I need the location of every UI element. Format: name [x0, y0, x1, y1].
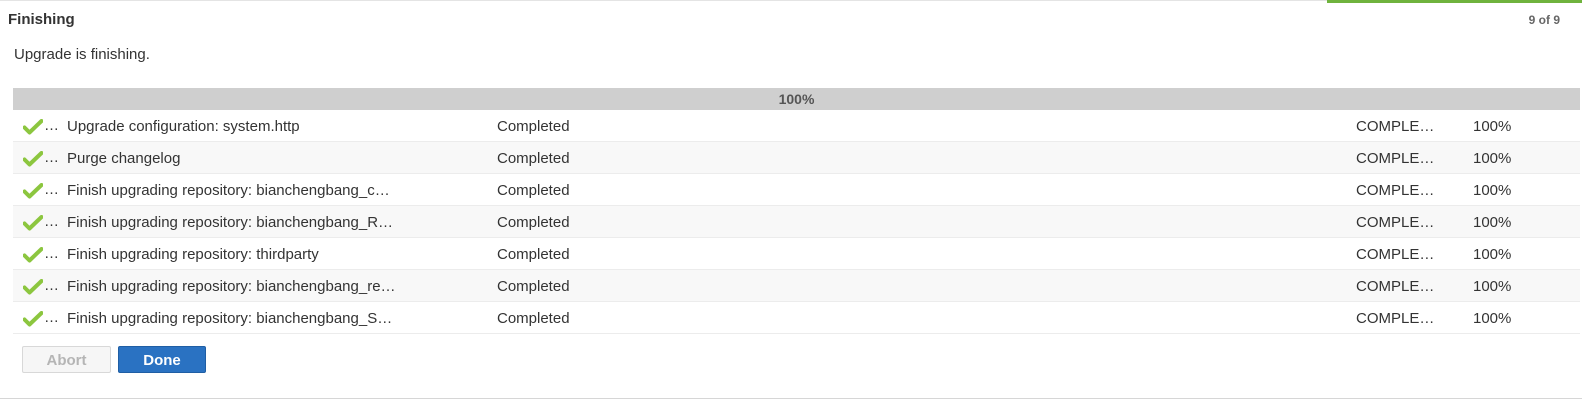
icon-ellipsis: …	[44, 277, 59, 294]
checkmark-icon	[23, 247, 43, 263]
task-status-icon-cell: …	[23, 110, 63, 142]
icon-ellipsis: …	[44, 245, 59, 262]
checkmark-icon	[23, 151, 43, 167]
task-status-icon-cell: …	[23, 206, 63, 238]
checkmark-icon	[23, 183, 43, 199]
icon-ellipsis: …	[44, 117, 59, 134]
task-list: … Upgrade configuration: system.http Compl…	[13, 110, 1580, 334]
task-row[interactable]: … Finish upgrading repository: bianchengb…	[13, 270, 1580, 302]
task-status: Completed	[497, 246, 570, 263]
task-status: Completed	[497, 310, 570, 327]
overall-progress-bar: 100%	[13, 88, 1580, 110]
checkmark-icon	[23, 215, 43, 231]
task-status: Completed	[497, 118, 570, 135]
task-row[interactable]: … Finish upgrading repository: bianchengb…	[13, 206, 1580, 238]
task-name: Upgrade configuration: system.http	[67, 118, 300, 135]
checkmark-icon	[23, 311, 43, 327]
step-counter: 9 of 9	[1528, 13, 1560, 27]
page-title: Finishing	[8, 11, 75, 28]
icon-ellipsis: …	[44, 149, 59, 166]
task-state: COMPLE…	[1356, 182, 1435, 199]
task-status: Completed	[497, 182, 570, 199]
task-status-icon-cell: …	[23, 270, 63, 302]
task-name: Finish upgrading repository: thirdparty	[67, 246, 319, 263]
task-percent: 100%	[1473, 246, 1512, 263]
task-row[interactable]: … Finish upgrading repository: bianchengb…	[13, 302, 1580, 334]
status-message: Upgrade is finishing.	[14, 46, 150, 63]
task-row[interactable]: … Finish upgrading repository: thirdparty…	[13, 238, 1580, 270]
icon-ellipsis: …	[44, 213, 59, 230]
task-state: COMPLE…	[1356, 278, 1435, 295]
task-state: COMPLE…	[1356, 118, 1435, 135]
task-percent: 100%	[1473, 214, 1512, 231]
task-state: COMPLE…	[1356, 150, 1435, 167]
task-status: Completed	[497, 278, 570, 295]
task-state: COMPLE…	[1356, 246, 1435, 263]
icon-ellipsis: …	[44, 181, 59, 198]
icon-ellipsis: …	[44, 309, 59, 326]
task-row[interactable]: … Upgrade configuration: system.http Compl…	[13, 110, 1580, 142]
task-status: Completed	[497, 214, 570, 231]
task-status-icon-cell: …	[23, 142, 63, 174]
task-name: Purge changelog	[67, 150, 181, 167]
progress-label: 100%	[778, 91, 815, 107]
task-row[interactable]: … Finish upgrading repository: bianchengb…	[13, 174, 1580, 206]
task-percent: 100%	[1473, 310, 1512, 327]
task-status-icon-cell: …	[23, 238, 63, 270]
checkmark-icon	[23, 279, 43, 295]
abort-button[interactable]: Abort	[22, 346, 111, 373]
task-percent: 100%	[1473, 118, 1512, 135]
bottom-divider	[0, 398, 1582, 399]
done-button[interactable]: Done	[118, 346, 206, 373]
task-percent: 100%	[1473, 182, 1512, 199]
task-status: Completed	[497, 150, 570, 167]
task-state: COMPLE…	[1356, 214, 1435, 231]
task-state: COMPLE…	[1356, 310, 1435, 327]
checkmark-icon	[23, 119, 43, 135]
task-name: Finish upgrading repository: bianchengba…	[67, 278, 396, 295]
task-percent: 100%	[1473, 278, 1512, 295]
task-percent: 100%	[1473, 150, 1512, 167]
task-name: Finish upgrading repository: bianchengba…	[67, 182, 390, 199]
task-status-icon-cell: …	[23, 174, 63, 206]
step-progress-accent	[1327, 0, 1582, 3]
task-name: Finish upgrading repository: bianchengba…	[67, 310, 393, 327]
task-name: Finish upgrading repository: bianchengba…	[67, 214, 394, 231]
task-status-icon-cell: …	[23, 302, 63, 334]
task-row[interactable]: … Purge changelog Completed COMPLE… 100%	[13, 142, 1580, 174]
